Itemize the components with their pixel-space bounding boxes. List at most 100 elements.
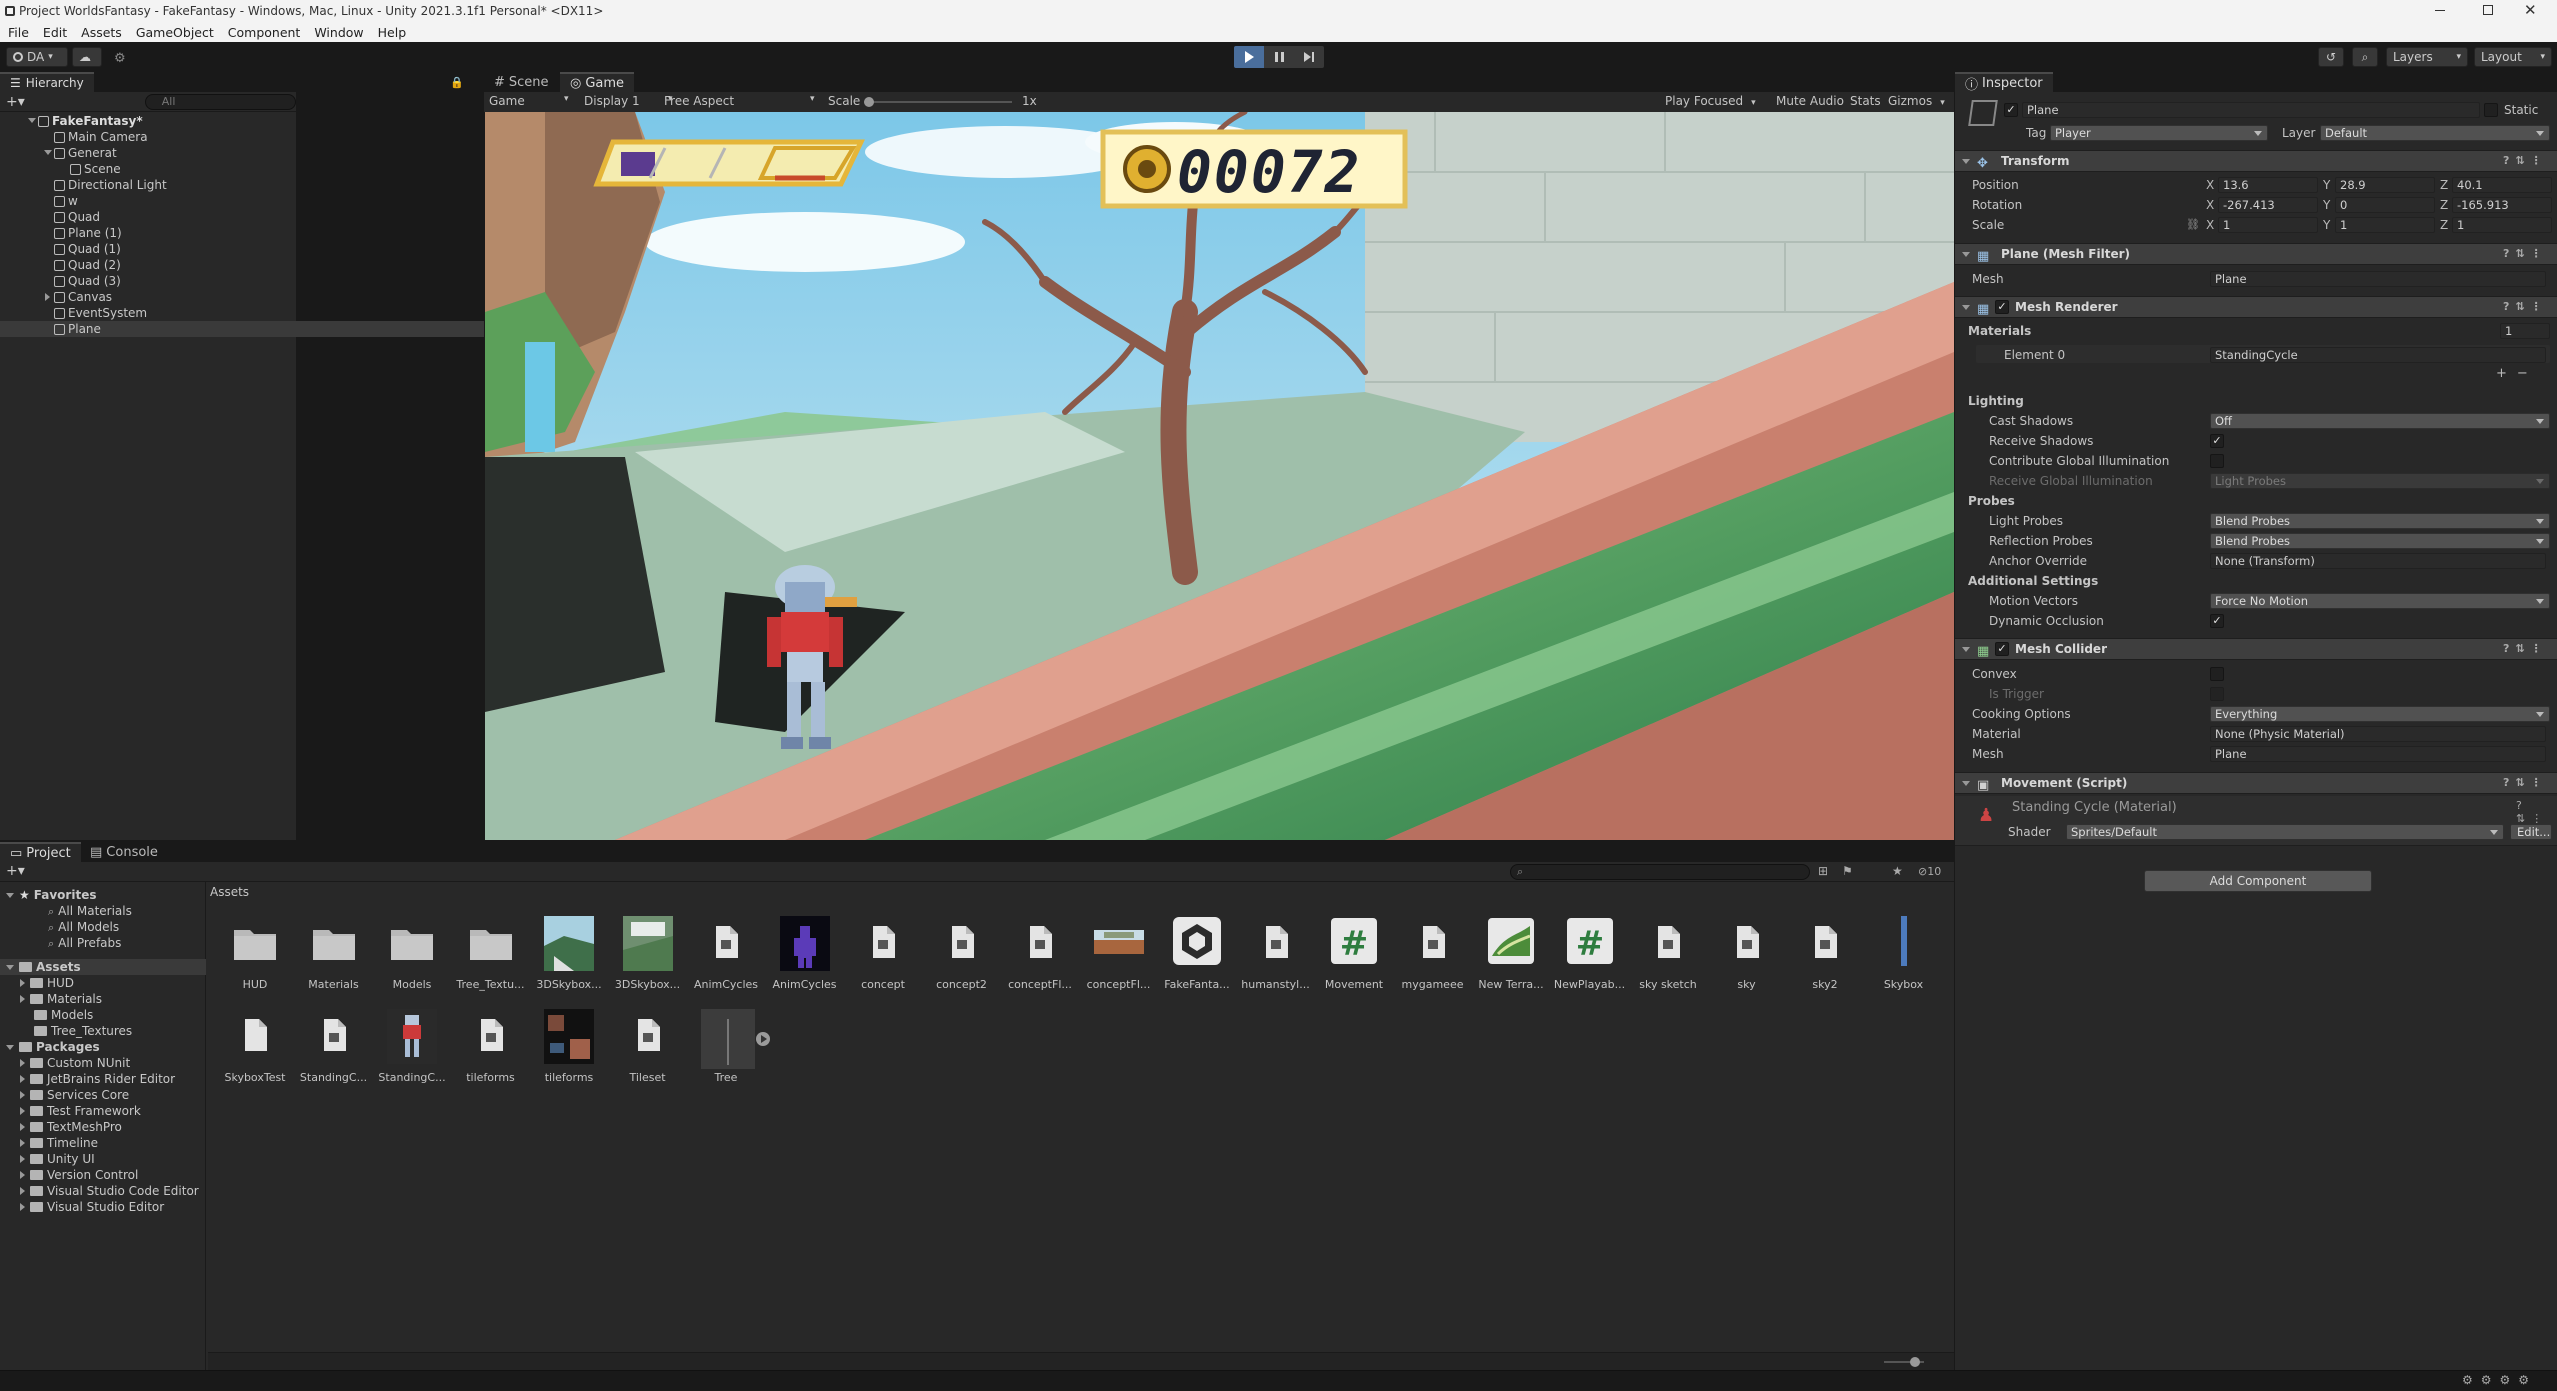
gizmos-dropdown[interactable]: Gizmos ▾	[1888, 94, 1945, 108]
hierarchy-item[interactable]: Generat	[0, 145, 484, 161]
hierarchy-item[interactable]: EventSystem	[0, 305, 484, 321]
asset-item[interactable]: Tree	[687, 1009, 770, 1094]
game-viewport[interactable]: 00072	[485, 112, 1954, 840]
collider-material-field[interactable]: None (Physic Material)	[2210, 726, 2546, 742]
hierarchy-search-input[interactable]: All	[144, 93, 296, 110]
is-trigger-checkbox[interactable]	[2210, 687, 2224, 701]
play-button[interactable]	[1234, 46, 1264, 68]
mesh-renderer-header[interactable]: ▦ ✓ Mesh Renderer ?⇅⋮	[1955, 296, 2557, 318]
receive-gi-dropdown[interactable]: Light Probes	[2210, 473, 2550, 489]
asset-item[interactable]: conceptFl...	[1080, 916, 1158, 1001]
display-dropdown[interactable]: Display 1 ▾	[584, 94, 674, 108]
collapse-arrow-icon[interactable]	[20, 1059, 25, 1067]
menu-window[interactable]: Window	[314, 25, 363, 40]
light-probes-dropdown[interactable]: Blend Probes	[2210, 513, 2550, 529]
tab-scene[interactable]: # Scene	[484, 72, 559, 92]
hierarchy-item[interactable]: FakeFantasy*	[0, 113, 484, 129]
asset-item[interactable]: StandingC...	[295, 1009, 373, 1094]
foldout-arrow-icon[interactable]	[1962, 781, 1970, 786]
edit-shader-button[interactable]: Edit...	[2510, 824, 2552, 840]
favorites-header[interactable]: ★ Favorites	[0, 887, 96, 903]
element0-field[interactable]: StandingCycle	[2210, 347, 2546, 363]
receive-shadows-checkbox[interactable]: ✓	[2210, 434, 2224, 448]
expand-arrow-icon[interactable]	[6, 1045, 14, 1050]
hierarchy-item[interactable]: Quad	[0, 209, 484, 225]
foldout-arrow-icon[interactable]	[1962, 159, 1970, 164]
expand-arrow-icon[interactable]	[6, 965, 14, 970]
hierarchy-item[interactable]: w	[0, 193, 484, 209]
search-button[interactable]: ⌕	[2352, 47, 2378, 67]
create-asset-button[interactable]: +▾	[6, 863, 25, 879]
menu-gameobject[interactable]: GameObject	[136, 25, 214, 40]
constrain-proportions-icon[interactable]: ⛓	[2186, 218, 2200, 231]
position-y-field[interactable]: 28.9	[2335, 177, 2435, 193]
lock-icon[interactable]: 🔒	[450, 76, 464, 89]
asset-item[interactable]: Tileset	[609, 1009, 687, 1094]
asset-item[interactable]: Tree_Textu...	[452, 916, 530, 1001]
package-item[interactable]: JetBrains Rider Editor	[0, 1071, 206, 1087]
tag-dropdown[interactable]: Player	[2050, 125, 2268, 141]
collab-icon[interactable]: ⚙	[114, 51, 126, 66]
component-menu-icons[interactable]: ?⇅⋮	[2503, 244, 2548, 264]
collapse-arrow-icon[interactable]	[20, 995, 25, 1003]
tab-hierarchy[interactable]: ☰ Hierarchy	[0, 72, 94, 92]
hierarchy-item[interactable]: Plane (1)	[0, 225, 484, 241]
static-checkbox[interactable]	[2484, 103, 2498, 117]
assets-root[interactable]: Assets	[0, 959, 206, 975]
component-menu-icons[interactable]: ?⇅⋮	[2503, 151, 2548, 171]
component-menu-icons[interactable]: ?⇅⋮	[2503, 297, 2548, 317]
menu-file[interactable]: File	[8, 25, 29, 40]
collapse-arrow-icon[interactable]	[20, 979, 25, 987]
collapse-arrow-icon[interactable]	[20, 1203, 25, 1211]
scale-slider[interactable]	[864, 97, 1012, 107]
package-item[interactable]: TextMeshPro	[0, 1119, 206, 1135]
package-item[interactable]: Custom NUnit	[0, 1055, 206, 1071]
rotation-z-field[interactable]: -165.913	[2452, 197, 2552, 213]
asset-item[interactable]: tileforms	[452, 1009, 530, 1094]
scale-y-field[interactable]: 1	[2335, 217, 2435, 233]
add-component-button[interactable]: Add Component	[2144, 870, 2372, 892]
pause-button[interactable]	[1264, 46, 1294, 68]
collapse-arrow-icon[interactable]	[45, 293, 50, 301]
mesh-filter-header[interactable]: ▦ Plane (Mesh Filter) ?⇅⋮	[1955, 243, 2557, 265]
asset-folder-item[interactable]: Tree_Textures	[0, 1023, 206, 1039]
collapse-arrow-icon[interactable]	[20, 1155, 25, 1163]
layers-dropdown[interactable]: Layers ▾	[2386, 47, 2468, 67]
foldout-arrow-icon[interactable]	[1962, 305, 1970, 310]
asset-item[interactable]: Skybox	[1865, 916, 1943, 1001]
asset-folder-item[interactable]: HUD	[0, 975, 206, 991]
hierarchy-item[interactable]: Directional Light	[0, 177, 484, 193]
transform-header[interactable]: ✥ Transform ?⇅⋮	[1955, 150, 2557, 172]
project-breadcrumb[interactable]: Assets	[210, 882, 249, 902]
asset-item[interactable]: Models	[373, 916, 451, 1001]
component-enabled-checkbox[interactable]: ✓	[1995, 642, 2009, 656]
close-icon[interactable]: ✕	[2524, 1, 2537, 19]
history-button[interactable]: ↺	[2318, 47, 2344, 67]
maximize-icon[interactable]	[2483, 5, 2493, 15]
project-search-input[interactable]: ⌕	[1510, 864, 1810, 880]
hierarchy-item[interactable]: Plane	[0, 321, 484, 337]
expand-arrow-icon[interactable]	[28, 118, 36, 123]
contribute-gi-checkbox[interactable]	[2210, 454, 2224, 468]
collapse-arrow-icon[interactable]	[20, 1139, 25, 1147]
asset-item[interactable]: sky2	[1786, 916, 1864, 1001]
menu-assets[interactable]: Assets	[81, 25, 122, 40]
expand-arrow-icon[interactable]	[44, 150, 52, 155]
component-enabled-checkbox[interactable]: ✓	[1995, 300, 2009, 314]
anchor-field[interactable]: None (Transform)	[2210, 553, 2546, 569]
asset-item[interactable]: FakeFanta...	[1158, 916, 1236, 1001]
asset-folder-item[interactable]: Models	[0, 1007, 206, 1023]
collapse-arrow-icon[interactable]	[20, 1091, 25, 1099]
shader-dropdown[interactable]: Sprites/Default	[2066, 824, 2504, 840]
hierarchy-item[interactable]: Quad (1)	[0, 241, 484, 257]
asset-item[interactable]: New Terra...	[1472, 916, 1550, 1001]
cast-shadows-dropdown[interactable]: Off	[2210, 413, 2550, 429]
cooking-options-dropdown[interactable]: Everything	[2210, 706, 2550, 722]
scale-slider-handle[interactable]	[864, 97, 874, 107]
asset-item[interactable]: StandingC...	[373, 1009, 451, 1094]
scale-z-field[interactable]: 1	[2452, 217, 2552, 233]
collapse-arrow-icon[interactable]	[20, 1187, 25, 1195]
position-x-field[interactable]: 13.6	[2218, 177, 2318, 193]
asset-item[interactable]: Materials	[295, 916, 373, 1001]
movement-script-header[interactable]: ▣ Movement (Script) ?⇅⋮	[1955, 772, 2557, 794]
